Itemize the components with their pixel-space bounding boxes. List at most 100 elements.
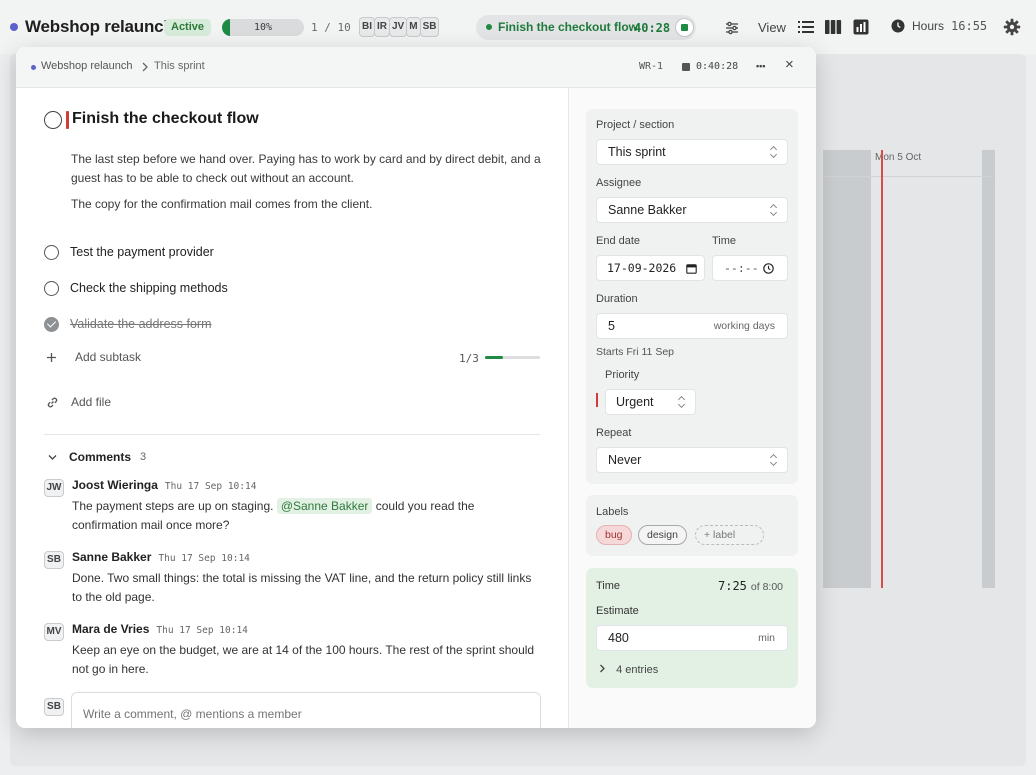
end-date-input[interactable]: 17-09-2026 bbox=[596, 255, 705, 281]
project-progress-bar: 10% bbox=[222, 19, 304, 36]
avatar[interactable]: MV bbox=[44, 623, 64, 641]
assignee-select[interactable]: Sanne Bakker bbox=[596, 197, 788, 223]
member-avatar[interactable]: M bbox=[406, 17, 421, 37]
close-button[interactable]: × bbox=[785, 56, 794, 73]
task-complete-checkbox[interactable] bbox=[44, 111, 62, 129]
sliders-icon bbox=[726, 21, 738, 34]
timer-stop-button[interactable] bbox=[675, 18, 694, 37]
subtask-checkbox[interactable] bbox=[44, 280, 59, 296]
comment-text: Keep an eye on the budget, we are at 14 … bbox=[72, 643, 535, 676]
avatar: SB bbox=[44, 698, 64, 716]
member-avatar[interactable]: JV bbox=[389, 17, 408, 37]
comment-timestamp: Thu 17 Sep 10:14 bbox=[156, 625, 248, 636]
task-id: WR-1 bbox=[639, 61, 664, 72]
task-title[interactable]: Finish the checkout flow bbox=[72, 110, 259, 128]
estimate-label: Estimate bbox=[596, 605, 639, 617]
top-bar: Webshop relaunch Active 10% 1 / 10 BI IR… bbox=[0, 0, 1036, 54]
priority-select[interactable]: Urgent bbox=[605, 389, 696, 415]
comment-text: The payment steps are up on staging. @Sa… bbox=[72, 497, 542, 535]
stop-timer-icon[interactable] bbox=[682, 63, 690, 71]
field-label: Priority bbox=[605, 369, 640, 381]
subtask-checkbox-checked[interactable] bbox=[44, 316, 59, 332]
timeline-today-marker bbox=[881, 150, 883, 588]
running-timer[interactable]: Finish the checkout flow 40:28 bbox=[476, 15, 696, 40]
comment-author[interactable]: Joost Wieringa bbox=[72, 478, 158, 492]
list-view-icon[interactable] bbox=[797, 18, 815, 36]
breadcrumb-project[interactable]: Webshop relaunch bbox=[41, 60, 133, 72]
comment-input[interactable] bbox=[71, 692, 541, 728]
member-avatar[interactable]: SB bbox=[419, 17, 440, 37]
comment-text: Done. Two small things: the total is mis… bbox=[72, 571, 532, 604]
time-tracked-value: 7:25 bbox=[718, 579, 747, 593]
task-description-paragraph[interactable]: The last step before we hand over. Payin… bbox=[71, 150, 541, 188]
select-value: Sanne Bakker bbox=[608, 203, 687, 217]
add-subtask-button[interactable]: Add subtask bbox=[46, 350, 141, 364]
timer-elapsed: 40:28 bbox=[634, 21, 671, 35]
board-view-icon[interactable] bbox=[824, 18, 842, 36]
calendar-icon[interactable] bbox=[686, 263, 697, 274]
project-section-select[interactable]: This sprint bbox=[596, 139, 788, 165]
subtask-label: Test the payment provider bbox=[70, 245, 214, 259]
member-avatar[interactable]: BI bbox=[359, 17, 375, 37]
field-label: Duration bbox=[596, 293, 638, 305]
field-label: End date bbox=[596, 235, 641, 247]
subtask-progress-count: 1/3 bbox=[459, 352, 479, 365]
comments-toggle[interactable]: Comments 3 bbox=[48, 450, 146, 464]
hours-label: Hours bbox=[912, 19, 945, 33]
comment-timestamp: Thu 17 Sep 10:14 bbox=[164, 481, 257, 492]
add-file-button[interactable]: Add file bbox=[46, 395, 111, 409]
time-entries-toggle[interactable]: 4 entries bbox=[599, 664, 658, 676]
field-label: Repeat bbox=[596, 427, 632, 439]
add-label-button[interactable]: + label bbox=[695, 525, 764, 545]
avatar[interactable]: JW bbox=[44, 479, 64, 497]
comment-author[interactable]: Sanne Bakker bbox=[72, 550, 151, 564]
breadcrumb-section[interactable]: This sprint bbox=[154, 60, 205, 72]
chevron-down-icon bbox=[48, 454, 57, 460]
member-avatar[interactable]: IR bbox=[374, 17, 390, 37]
comments-label: Comments bbox=[69, 450, 132, 464]
labels-heading: Labels bbox=[596, 506, 629, 518]
status-badge: Active bbox=[164, 19, 212, 36]
avatar[interactable]: SB bbox=[44, 551, 64, 569]
label-chip-bug[interactable]: bug bbox=[596, 525, 632, 545]
time-budget: of 8:00 bbox=[750, 581, 784, 593]
duration-hint: Starts Fri 11 Sep bbox=[596, 346, 675, 358]
member-avatars: BI IR JV M SB bbox=[359, 17, 440, 37]
subtask-progress-fill bbox=[485, 356, 504, 359]
timer-running-dot bbox=[486, 24, 492, 30]
hours-button[interactable]: Hours 16:55 bbox=[891, 19, 987, 33]
input-value: 5 bbox=[608, 319, 615, 333]
time-input[interactable]: --:-- bbox=[712, 255, 788, 281]
project-color-dot bbox=[10, 23, 18, 31]
chevron-updown-icon bbox=[770, 455, 778, 466]
field-label: Time bbox=[712, 235, 737, 247]
project-title[interactable]: Webshop relaunch bbox=[25, 17, 174, 37]
subtask-checkbox[interactable] bbox=[44, 244, 59, 260]
link-icon bbox=[47, 397, 58, 407]
estimate-input[interactable]: 480 min bbox=[596, 625, 788, 651]
subtask-item[interactable]: Check the shipping methods bbox=[44, 278, 228, 298]
labels-card: Labels bug design + label bbox=[586, 495, 798, 556]
subtask-progress-bar bbox=[485, 356, 540, 359]
task-count: 1 / 10 bbox=[311, 21, 351, 34]
repeat-select[interactable]: Never bbox=[596, 447, 788, 473]
comment-author[interactable]: Mara de Vries bbox=[72, 622, 149, 636]
clock-icon[interactable] bbox=[763, 263, 774, 274]
comment-timestamp: Thu 17 Sep 10:14 bbox=[158, 553, 250, 564]
more-options-button[interactable]: ••• bbox=[756, 61, 765, 71]
view-button[interactable]: View bbox=[725, 20, 786, 35]
gear-icon[interactable] bbox=[1003, 18, 1021, 36]
section-divider bbox=[44, 434, 540, 435]
chart-view-icon[interactable] bbox=[852, 18, 870, 36]
task-main-column: Finish the checkout flow The last step b… bbox=[16, 88, 568, 728]
select-value: This sprint bbox=[608, 145, 666, 159]
duration-unit: working days bbox=[713, 320, 775, 332]
duration-input[interactable]: 5 working days bbox=[596, 313, 788, 339]
mention-chip[interactable]: @Sanne Bakker bbox=[276, 498, 373, 514]
project-progress-label: 10% bbox=[253, 22, 273, 33]
field-label: Assignee bbox=[596, 177, 642, 189]
label-chip-design[interactable]: design bbox=[638, 525, 687, 545]
subtask-item[interactable]: Test the payment provider bbox=[44, 242, 214, 262]
subtask-item[interactable]: Validate the address form bbox=[44, 314, 212, 334]
task-description-paragraph[interactable]: The copy for the confirmation mail comes… bbox=[71, 195, 541, 214]
